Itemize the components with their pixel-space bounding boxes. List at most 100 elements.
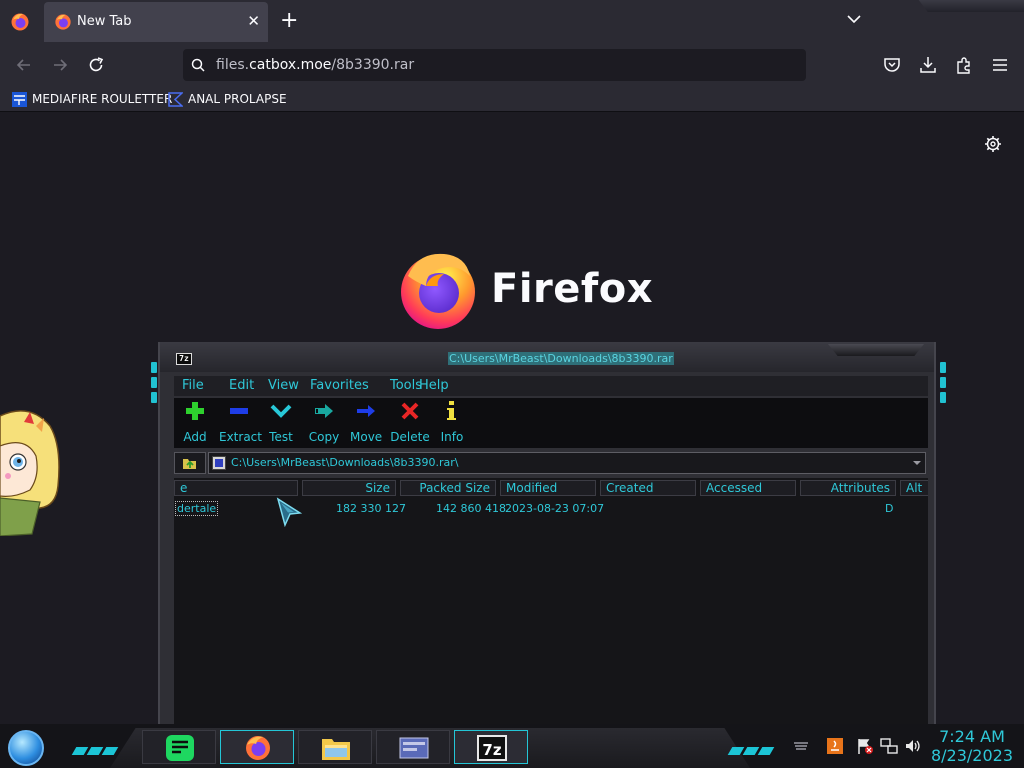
url-domain: catbox.moe	[249, 57, 332, 73]
test-icon	[270, 404, 292, 418]
forward-arrow-icon[interactable]	[50, 55, 70, 75]
volume-icon[interactable]	[904, 737, 922, 755]
column-header-packed-size[interactable]: Packed Size	[400, 480, 496, 496]
clock-time: 7:24 AM	[939, 727, 1005, 746]
downloads-icon[interactable]	[918, 55, 938, 75]
sevenzip-menu-bar: File Edit View Favorites Tools Help	[174, 376, 928, 396]
bookmark-second[interactable]: ANAL PROLAPSE	[168, 90, 287, 108]
firefox-logo-icon	[401, 253, 475, 329]
close-tab-icon[interactable]: ✕	[247, 12, 260, 30]
up-folder-button[interactable]	[174, 452, 206, 474]
url-text: files.catbox.moe/8b3390.rar	[216, 57, 414, 73]
bookmarks-toolbar: MEDIAFIRE ROULETTER ANAL PROLAPSE	[0, 86, 1024, 112]
reload-icon[interactable]	[86, 55, 106, 75]
add-label: Add	[183, 430, 207, 444]
sevenzip-icon: 7z	[477, 735, 507, 761]
address-input[interactable]: C:\Users\MrBeast\Downloads\8b3390.rar\	[208, 452, 926, 474]
tray-overflow-icon[interactable]	[792, 737, 810, 755]
menu-file[interactable]: File	[182, 378, 204, 393]
add-icon	[186, 402, 204, 420]
row-packed-size: 142 860 418	[436, 502, 506, 515]
url-prefix: files.	[216, 57, 250, 73]
copy-button[interactable]: Copy	[308, 400, 340, 444]
extract-button[interactable]: Extract	[219, 400, 262, 444]
menu-tools[interactable]: Tools	[390, 378, 422, 393]
sevenzip-titlebar[interactable]: 7z C:\Users\MrBeast\Downloads\8b3390.rar	[160, 342, 934, 372]
menu-edit[interactable]: Edit	[229, 378, 254, 393]
move-button[interactable]: Move	[350, 400, 382, 444]
dropdown-arrow-icon[interactable]	[912, 458, 922, 468]
mouse-cursor-icon	[276, 497, 302, 527]
archive-icon	[212, 456, 226, 470]
back-arrow-icon[interactable]	[14, 55, 34, 75]
sevenzip-window: 7z C:\Users\MrBeast\Downloads\8b3390.rar…	[158, 342, 936, 730]
url-bar[interactable]: files.catbox.moe/8b3390.rar	[183, 49, 806, 81]
delete-icon	[401, 402, 419, 420]
sevenzip-toolbar: Add Extract Test Copy Move Delete Info	[174, 398, 928, 448]
action-center-flag-icon[interactable]	[856, 737, 874, 755]
control-panel-icon	[399, 737, 429, 759]
firefox-tab-icon	[55, 14, 71, 30]
taskbar-notes-app[interactable]	[142, 730, 216, 764]
taskbar-firefox-app[interactable]	[220, 730, 294, 764]
column-header-accessed[interactable]: Accessed	[700, 480, 796, 496]
start-orb-button[interactable]	[8, 730, 44, 766]
info-label: Info	[440, 430, 464, 444]
url-path: /8b3390.rar	[331, 57, 415, 73]
info-icon	[447, 401, 456, 420]
firefox-wordmark: Firefox	[491, 266, 654, 312]
row-modified: 2023-08-23 07:07	[505, 502, 605, 515]
notes-app-icon	[166, 735, 194, 761]
column-header-name[interactable]: e	[174, 480, 298, 496]
taskbar-file-explorer-app[interactable]	[298, 730, 372, 764]
test-button[interactable]: Test	[267, 400, 295, 444]
info-button[interactable]: Info	[440, 400, 464, 444]
gear-icon[interactable]	[984, 135, 1002, 153]
address-text: C:\Users\MrBeast\Downloads\8b3390.rar\	[231, 456, 459, 469]
column-header-attributes[interactable]: Attributes	[800, 480, 896, 496]
new-tab-button[interactable]: +	[280, 10, 298, 32]
column-header-modified[interactable]: Modified	[500, 480, 596, 496]
taskbar-sevenzip-app[interactable]: 7z	[454, 730, 528, 764]
firefox-menu-icon[interactable]	[10, 12, 30, 32]
tab-title: New Tab	[77, 14, 132, 29]
row-name[interactable]: dertale	[175, 501, 219, 516]
window-side-lights-left	[151, 362, 157, 420]
move-icon	[357, 405, 375, 417]
firefox-icon	[246, 736, 270, 760]
sevenzip-icon-label: 7z	[482, 741, 501, 759]
address-row: C:\Users\MrBeast\Downloads\8b3390.rar\	[174, 452, 928, 474]
column-header-alt[interactable]: Alt	[900, 480, 928, 496]
menu-favorites[interactable]: Favorites	[310, 378, 369, 393]
sevenzip-title-icon[interactable]: 7z	[176, 353, 192, 365]
cartoon-character-image	[0, 410, 60, 536]
taskbar-clock[interactable]: 7:24 AM 8/23/2023	[930, 727, 1014, 765]
bookmark-label: MEDIAFIRE ROULETTER	[32, 92, 173, 106]
pocket-icon[interactable]	[882, 55, 902, 75]
menu-help[interactable]: Help	[419, 378, 449, 393]
menu-view[interactable]: View	[268, 378, 299, 393]
extract-label: Extract	[219, 430, 262, 444]
java-tray-icon[interactable]	[826, 737, 844, 755]
copy-icon	[315, 404, 333, 418]
chevron-down-icon[interactable]	[846, 11, 862, 27]
delete-button[interactable]: Delete	[390, 400, 430, 444]
bookmark-logo-icon	[168, 92, 183, 107]
test-label: Test	[269, 430, 293, 444]
hamburger-menu-icon[interactable]	[990, 55, 1010, 75]
folder-up-icon	[183, 459, 196, 469]
extensions-icon[interactable]	[954, 55, 974, 75]
delete-label: Delete	[390, 430, 430, 444]
sevenzip-title: C:\Users\MrBeast\Downloads\8b3390.rar	[448, 352, 674, 365]
clock-date: 8/23/2023	[930, 746, 1014, 765]
row-size: 182 330 127	[336, 502, 406, 515]
add-button[interactable]: Add	[183, 400, 207, 444]
network-icon[interactable]	[880, 737, 898, 755]
column-header-size[interactable]: Size	[302, 480, 396, 496]
column-header-created[interactable]: Created	[600, 480, 696, 496]
taskbar-decoration-left	[71, 740, 119, 759]
tab-new-tab[interactable]: New Tab ✕	[44, 2, 268, 42]
taskbar-control-panel-app[interactable]	[376, 730, 450, 764]
bookmark-mediafire[interactable]: MEDIAFIRE ROULETTER	[12, 90, 172, 108]
taskbar-decoration-right	[727, 740, 775, 759]
